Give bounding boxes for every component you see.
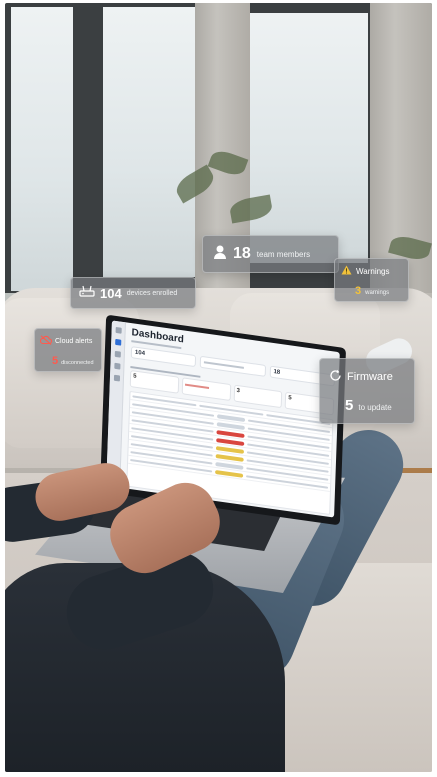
firmware-count: 5 [345, 397, 354, 414]
members-label: team members [256, 249, 311, 259]
warnings-count: 3 [355, 285, 362, 297]
sidebar-icon [114, 338, 121, 346]
sidebar-icon [113, 362, 120, 370]
devices-enrolled-card: 104 devices enrolled [70, 277, 196, 309]
router-icon [79, 284, 95, 302]
window-pane [250, 13, 368, 263]
screen-kpi-devices: 104 [130, 346, 197, 368]
screen-kpi [200, 355, 266, 377]
team-members-card: 18 team members [202, 235, 339, 273]
warnings-label: warnings [365, 290, 390, 296]
firmware-title: Firmware [347, 371, 393, 383]
warnings-title: Warnings [356, 266, 390, 276]
cloud-alerts-title: Cloud alerts [55, 337, 93, 345]
photo-scene: Dashboard 104 18 5 3 5 104 devices enrol… [5, 3, 432, 772]
warning-triangle-icon [341, 265, 352, 277]
firmware-label: to update [358, 403, 392, 412]
laptop-screen: Dashboard 104 18 5 3 5 [106, 320, 340, 518]
cloud-alerts-count: 5 [52, 355, 59, 367]
refresh-icon [329, 369, 342, 385]
cloud-alerts-card: Cloud alerts 5 disconnected [34, 328, 102, 372]
devices-label: devices enrolled [126, 289, 178, 297]
devices-count: 104 [100, 285, 122, 301]
screen-card-warnings: 3 [233, 384, 283, 409]
window-pane [103, 7, 195, 277]
warnings-card: Warnings 3 warnings [334, 258, 409, 302]
cloud-alerts-label: disconnected [61, 360, 94, 366]
sidebar-icon [115, 326, 122, 334]
sidebar-icon [114, 350, 121, 358]
cloud-off-icon [39, 335, 53, 347]
screen-card [181, 377, 231, 401]
members-count: 18 [233, 245, 251, 262]
window-pane [11, 7, 73, 291]
person-icon [213, 244, 227, 265]
firmware-card: Firmware 5 to update [319, 358, 415, 424]
sidebar-icon [113, 374, 120, 382]
